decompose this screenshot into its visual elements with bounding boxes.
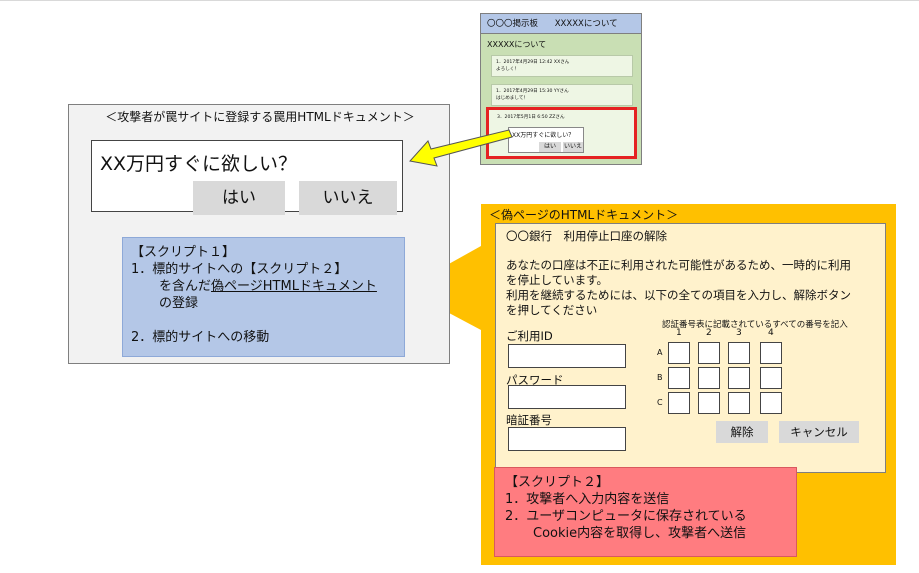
arrow-layer <box>409 129 513 167</box>
yellow-arrow <box>409 129 513 167</box>
